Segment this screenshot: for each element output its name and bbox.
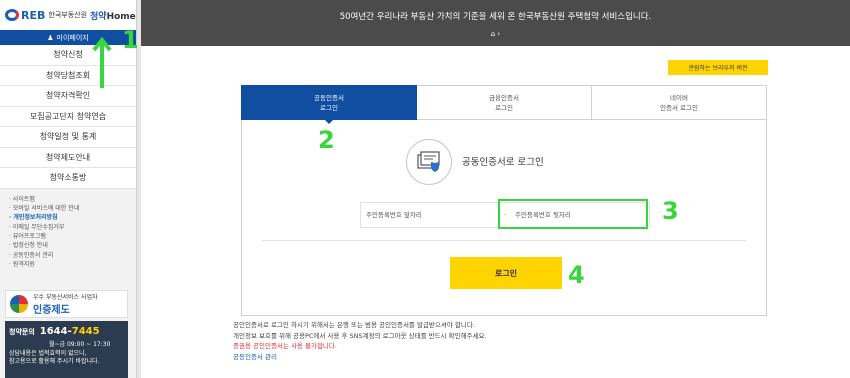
menu-item-eligibility[interactable]: 청약자격확인 [0,86,136,107]
hotline-note-2: 참고용으로 활용해 주시기 바랍니다. [9,358,100,365]
mypage-button[interactable]: ♟ 마이페이지 [0,30,136,45]
breadcrumb[interactable]: ⌂ › [141,30,850,38]
annotation-label-2: 2 [318,126,335,154]
tab-financial-cert-line1: 금융인증서 [489,93,519,102]
annotation-label-3: 3 [662,197,679,225]
logo-reb-text: REB [21,8,46,22]
tab-joint-cert-line2: 로그인 [320,103,338,112]
resident-number-separator: - [503,211,507,219]
footer-links: · 사이트맵 · 모바일 서비스에 대한 안내 · 개인정보처리방침 · 이메일… [0,189,136,270]
login-tabs: 공동인증서 로그인 금융인증서 로그인 네이버 인증서 로그인 [241,85,767,124]
main-content: 50여년간 우리나라 부동산 가치의 기준을 세워 온 한국부동산원 주택청약 … [141,0,850,378]
link-viewer[interactable]: · 뷰어프로그램 [9,232,136,241]
cert-login-title: 공동인증서로 로그인 [462,157,544,168]
tab-joint-cert-line1: 공동인증서 [314,93,344,102]
browser-version-button[interactable]: 관람하는 브라우저 버전 [668,60,768,75]
tab-naver-cert-line2: 인증서 로그인 [660,103,698,112]
note-1: 공인인증서로 로그인 하시기 위해서는 은행 또는 범용 공인인증서를 발급받으… [233,321,475,329]
hero-banner: 50여년간 우리나라 부동산 가치의 기준을 세워 온 한국부동산원 주택청약 … [141,0,850,46]
menu-item-community[interactable]: 청약소통방 [0,168,136,189]
menu-item-schedule[interactable]: 청약일정 및 통계 [0,127,136,148]
menu-item-practice[interactable]: 모집공고단지 청약연습 [0,106,136,127]
tab-joint-cert[interactable]: 공동인증서 로그인 [241,85,417,124]
link-privacy[interactable]: · 개인정보처리방침 [9,213,136,222]
divider [262,240,746,241]
certification-emblem-icon [10,295,28,313]
link-remote[interactable]: · 원격지원 [9,260,136,269]
cert-manage-link[interactable]: 공동인증서 관리 [233,352,487,363]
tab-financial-cert-line2: 로그인 [495,103,513,112]
link-cert-manage[interactable]: · 공동인증서 관리 [9,251,136,260]
sidebar-menu: 청약신청 청약당첨조회 청약자격확인 모집공고단지 청약연습 청약일정 및 통계… [0,45,136,189]
site-logo[interactable]: REB 한국부동산원 청약Home [0,0,136,30]
logo-home-a: 청약 [90,11,107,22]
user-icon: ♟ [47,33,54,42]
certification-banner[interactable]: 우수 부동산서비스 사업자 인증제도 [5,290,128,318]
hotline-number-b: 7445 [71,326,100,337]
reb-logo-icon [5,9,19,21]
hotline-number: 1644-7445 [40,326,100,337]
resident-number-front-input[interactable] [361,203,500,227]
hero-title: 50여년간 우리나라 부동산 가치의 기준을 세워 온 한국부동산원 주택청약 … [339,12,652,22]
hotline-note-1: 상담내용은 법적효력이 없으니, [9,350,87,357]
hotline-hours: 월~금 09:00 ~ 17:30 [49,341,111,348]
logo-org-text: 한국부동산원 [48,11,88,19]
link-email-refusal[interactable]: · 이메일 무단수집거부 [9,223,136,232]
resident-number-back-input[interactable] [510,203,649,227]
menu-item-apply[interactable]: 청약신청 [0,45,136,66]
note-warning: 증권용 공인인증서는 사용 불가합니다. [233,342,337,351]
logo-home-b: Home [106,11,136,22]
tab-naver-cert-line1: 네이버 [670,93,688,102]
cert-banner-top: 우수 부동산서비스 사업자 [33,294,98,301]
login-button[interactable]: 로그인 [450,257,562,289]
tab-naver-cert[interactable]: 네이버 인증서 로그인 [592,85,767,120]
mypage-label: 마이페이지 [56,33,89,42]
menu-item-guide[interactable]: 청약제도안내 [0,147,136,168]
cert-banner-title: 인증제도 [33,305,70,316]
annotation-label-4: 4 [568,261,585,289]
certificate-icon [406,139,452,185]
hotline-number-a: 1644- [39,326,72,337]
logo-home-text: 청약Home [90,9,136,22]
menu-item-win-check[interactable]: 청약당첨조회 [0,65,136,86]
sidebar: REB 한국부동산원 청약Home ♟ 마이페이지 청약신청 청약당첨조회 청약… [0,0,137,378]
resident-number-group: - [360,202,650,228]
page: REB 한국부동산원 청약Home ♟ 마이페이지 청약신청 청약당첨조회 청약… [0,0,850,378]
tab-financial-cert[interactable]: 금융인증서 로그인 [417,85,592,120]
hotline-box: 청약문의 1644-7445 월~금 09:00 ~ 17:30 상담내용은 법… [5,321,128,378]
hotline-label: 청약문의 [9,328,35,336]
note-2: 개인정보 보호를 위해 공용PC에서 사용 후 SNS계정의 로그아웃 상태를 … [233,331,487,340]
link-legal[interactable]: · 법정신청 안내 [9,241,136,250]
annotation-label-1: 1 [122,26,139,54]
link-mobile[interactable]: · 모바일 서비스에 대한 안내 [9,204,136,213]
link-sitemap[interactable]: · 사이트맵 [9,195,136,204]
login-notes: 공인인증서로 로그인 하시기 위해서는 은행 또는 범용 공인인증서를 발급받으… [233,320,487,362]
